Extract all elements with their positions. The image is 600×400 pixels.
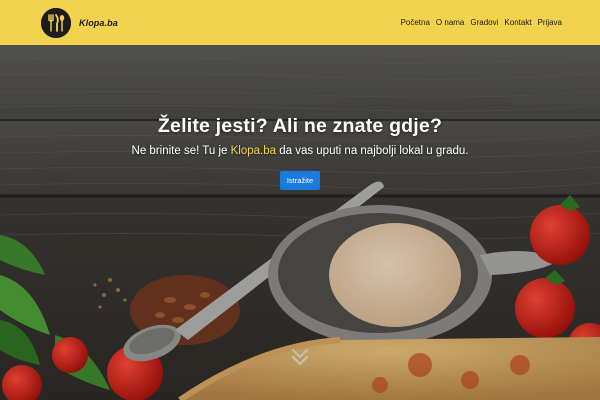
- brand-link[interactable]: Klopa.ba: [41, 7, 118, 38]
- nav-link-pocetna[interactable]: Početna: [398, 18, 433, 27]
- navbar: Klopa.ba Početna O nama Gradovi Kontakt …: [0, 0, 600, 45]
- hero-content: Želite jesti? Ali ne znate gdje? Ne brin…: [0, 115, 600, 190]
- double-chevron-down-icon[interactable]: [288, 345, 312, 369]
- nav-link-kontakt[interactable]: Kontakt: [501, 18, 534, 27]
- hero-title: Želite jesti? Ali ne znate gdje?: [157, 115, 443, 137]
- fork-knife-spoon-icon: [41, 7, 71, 38]
- hero-subtitle-outro: da vas uputi na najbolji lokal u gradu.: [276, 145, 469, 157]
- nav-menu: Početna O nama Gradovi Kontakt Prijava: [398, 0, 565, 45]
- nav-link-prijava[interactable]: Prijava: [535, 18, 565, 27]
- hero-brand-highlight: Klopa.ba: [230, 145, 277, 157]
- nav-link-o-nama[interactable]: O nama: [433, 18, 467, 27]
- hero-subtitle: Ne brinite se! Tu je Klopa.ba da vas upu…: [0, 145, 600, 157]
- explore-button[interactable]: Istražite: [279, 171, 321, 190]
- hero-section: Želite jesti? Ali ne znate gdje? Ne brin…: [0, 45, 600, 400]
- brand-name: Klopa.ba: [79, 17, 118, 28]
- hero-subtitle-intro: Ne brinite se! Tu je: [131, 145, 231, 157]
- nav-link-gradovi[interactable]: Gradovi: [467, 18, 501, 27]
